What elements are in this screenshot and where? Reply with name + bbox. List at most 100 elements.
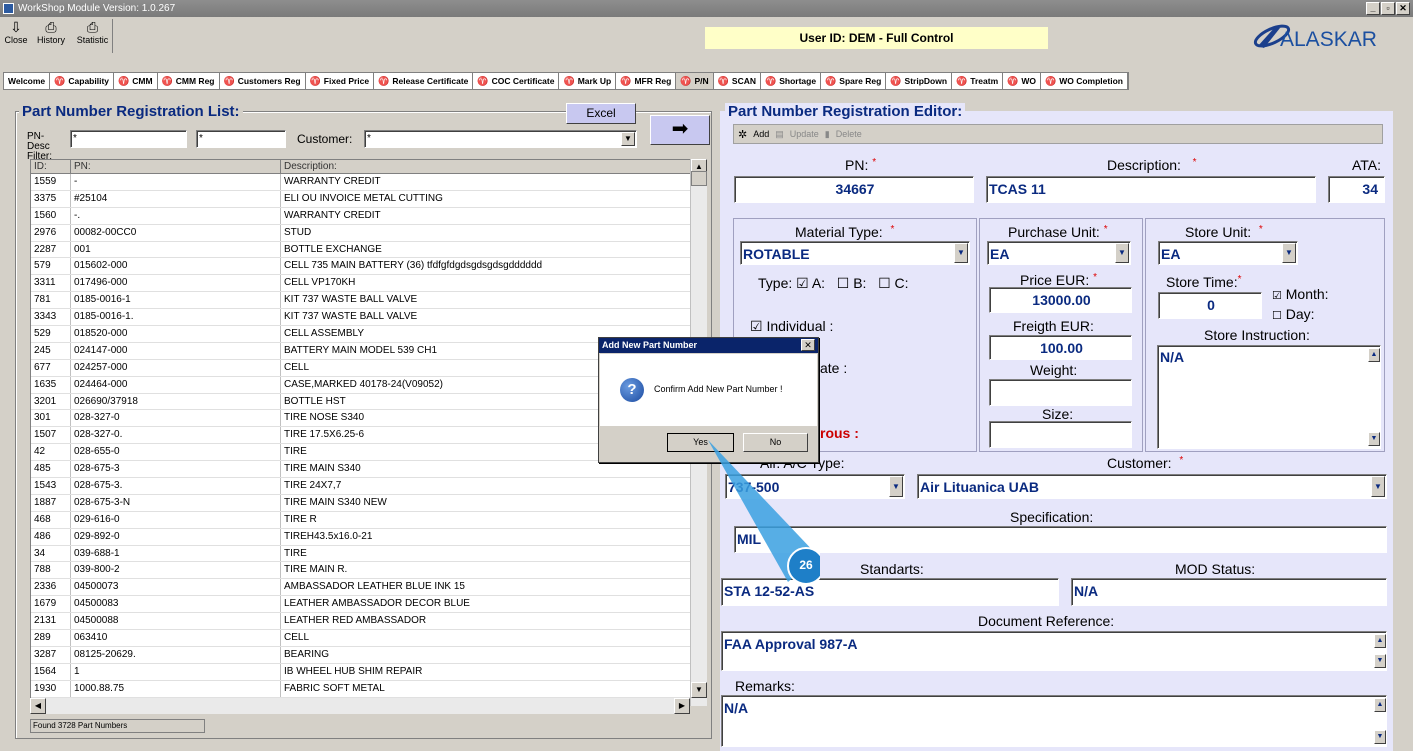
store-time-input[interactable]: 0 [1158, 292, 1262, 319]
scroll-left-icon[interactable]: ◀ [30, 698, 46, 714]
tab-mark-up[interactable]: ♈ Mark Up [559, 73, 617, 89]
table-row[interactable]: 1560 -. WARRANTY CREDIT [31, 207, 706, 225]
table-row[interactable]: 3311 017496-000 CELL VP170KH [31, 275, 706, 293]
type-c-checkbox[interactable]: ☐ [878, 275, 891, 291]
history-button[interactable]: ⎙ History [33, 19, 69, 53]
scroll-down-icon[interactable]: ▼ [1368, 432, 1380, 446]
specification-input[interactable]: MIL [734, 526, 1387, 553]
tab-p-n[interactable]: ♈ P/N [676, 73, 714, 89]
tab-mfr-reg[interactable]: ♈ MFR Reg [616, 73, 677, 89]
table-row[interactable]: 3287 08125-20629. BEARING [31, 646, 706, 664]
table-row[interactable]: 3375 #25104 ELI OU INVOICE METAL CUTTING [31, 190, 706, 208]
table-row[interactable]: 485 028-675-3 TIRE MAIN S340 [31, 461, 706, 479]
chevron-down-icon[interactable]: ▼ [1282, 243, 1296, 263]
excel-button[interactable]: Excel [566, 103, 636, 124]
tab-wo[interactable]: ♈ WO [1003, 73, 1041, 89]
tab-fixed-price[interactable]: ♈ Fixed Price [306, 73, 375, 89]
ata-input[interactable]: 34 [1328, 176, 1385, 203]
scroll-down-icon[interactable]: ▼ [691, 682, 707, 698]
header-id[interactable]: ID: [31, 160, 71, 174]
table-row[interactable]: 486 029-892-0 TIREH43.5x16.0-21 [31, 528, 706, 546]
scroll-down-icon[interactable]: ▼ [1374, 654, 1386, 668]
material-select[interactable]: ROTABLE ▼ [740, 241, 970, 265]
delete-button[interactable]: Delete [836, 129, 862, 139]
tab-shortage[interactable]: ♈ Shortage [761, 73, 822, 89]
table-row[interactable]: 2287 001 BOTTLE EXCHANGE [31, 241, 706, 259]
chevron-down-icon[interactable]: ▼ [954, 243, 968, 263]
table-row[interactable]: 1564 1 IB WHEEL HUB SHIM REPAIR [31, 663, 706, 681]
table-row[interactable]: 579 015602-000 CELL 735 MAIN BATTERY (36) … [31, 258, 706, 276]
tab-cmm[interactable]: ♈ CMM [114, 73, 158, 89]
table-row[interactable]: 34 039-688-1 TIRE [31, 545, 706, 563]
store-instruction-input[interactable]: N/A ▲ ▼ [1157, 345, 1381, 449]
table-row[interactable]: 3343 0185-0016-1. KIT 737 WASTE BALL VALVE [31, 309, 706, 327]
scroll-down-icon[interactable]: ▼ [1374, 730, 1386, 744]
type-a-checkbox[interactable]: ☑ [796, 275, 809, 291]
header-pn[interactable]: PN: [71, 160, 281, 174]
minimize-button[interactable]: _ [1366, 2, 1380, 15]
table-row[interactable]: 2131 04500088 LEATHER RED AMBASSADOR [31, 613, 706, 631]
filter-input-1[interactable]: * [70, 130, 187, 148]
customer-filter-select[interactable]: * ▼ [364, 130, 637, 148]
statistic-button[interactable]: ⎙ Statistic [73, 19, 113, 53]
scroll-up-icon[interactable]: ▲ [1374, 698, 1386, 712]
table-row[interactable]: 2976 00082-00CC0 STUD [31, 224, 706, 242]
store-unit-select[interactable]: EA ▼ [1158, 241, 1298, 265]
table-row[interactable]: 788 039-800-2 TIRE MAIN R. [31, 562, 706, 580]
pn-input[interactable]: 34667 [734, 176, 974, 203]
table-row[interactable]: 1543 028-675-3. TIRE 24X7,7 [31, 478, 706, 495]
tab-stripdown[interactable]: ♈ StripDown [886, 73, 953, 89]
tab-wo-completion[interactable]: ♈ WO Completion [1041, 73, 1128, 89]
close-window-button[interactable]: ✕ [1396, 2, 1410, 15]
chevron-down-icon[interactable]: ▼ [1371, 476, 1385, 497]
document-reference-input[interactable]: FAA Approval 987-A ▲ ▼ [721, 631, 1387, 671]
filter-input-2[interactable]: * [196, 130, 286, 148]
customer-select[interactable]: Air Lituanica UAB ▼ [917, 474, 1387, 499]
type-b-checkbox[interactable]: ☐ [837, 275, 850, 291]
table-row[interactable]: 1559- WARRANTY CREDIT [31, 174, 706, 191]
header-description[interactable]: Description: [281, 160, 691, 174]
day-checkbox[interactable]: ☐ [1272, 310, 1282, 322]
individual-checkbox[interactable]: ☑ [750, 318, 763, 334]
month-checkbox[interactable]: ☑ [1272, 290, 1282, 302]
chevron-down-icon[interactable]: ▼ [889, 476, 903, 497]
tab-scan[interactable]: ♈ SCAN [714, 73, 761, 89]
table-row[interactable]: 289 063410 CELL [31, 630, 706, 647]
price-input[interactable]: 13000.00 [989, 287, 1132, 313]
tab-capability[interactable]: ♈ Capability [50, 73, 115, 89]
horizontal-scrollbar[interactable]: ◀ ▶ [30, 698, 690, 714]
chevron-down-icon[interactable]: ▼ [1115, 243, 1129, 263]
tab-release-certificate[interactable]: ♈ Release Certificate [374, 73, 474, 89]
table-row[interactable]: 1679 04500083 LEATHER AMBASSADOR DECOR BLU… [31, 596, 706, 614]
dialog-close-icon[interactable]: ✕ [801, 339, 815, 351]
table-row[interactable]: 2336 04500073 AMBASSADOR LEATHER BLUE INK … [31, 579, 706, 597]
go-arrow-button[interactable]: ➡ [650, 115, 710, 145]
remarks-input[interactable]: N/A ▲ ▼ [721, 695, 1387, 747]
scroll-right-icon[interactable]: ▶ [674, 698, 690, 714]
table-row[interactable]: 781 0185-0016-1 KIT 737 WASTE BALL VALVE [31, 292, 706, 310]
scroll-thumb[interactable] [691, 171, 707, 186]
cell-id: 2287 [31, 241, 71, 258]
tab-coc-certificate[interactable]: ♈ COC Certificate [473, 73, 560, 89]
update-button[interactable]: Update [790, 129, 819, 139]
weight-input[interactable] [989, 379, 1132, 406]
tab-welcome[interactable]: Welcome [4, 73, 51, 89]
maximize-button[interactable]: ▫ [1381, 2, 1395, 15]
scroll-up-icon[interactable]: ▲ [1374, 634, 1386, 648]
chevron-down-icon[interactable]: ▼ [621, 132, 635, 146]
tab-customers-reg[interactable]: ♈ Customers Reg [220, 73, 306, 89]
description-input[interactable]: TCAS 11 [986, 176, 1316, 203]
table-row[interactable]: 1887 028-675-3-N TIRE MAIN S340 NEW [31, 494, 706, 512]
size-input[interactable] [989, 421, 1132, 448]
purchase-unit-select[interactable]: EA ▼ [987, 241, 1131, 265]
scroll-up-icon[interactable]: ▲ [1368, 348, 1380, 362]
mod-status-input[interactable]: N/A [1071, 578, 1387, 606]
tab-treatm[interactable]: ♈ Treatm [952, 73, 1004, 89]
table-row[interactable]: 468 029-616-0 TIRE R [31, 511, 706, 529]
table-row[interactable]: 1930 1000.88.75 FABRIC SOFT METAL [31, 680, 706, 698]
tab-spare-reg[interactable]: ♈ Spare Reg [821, 73, 887, 89]
freight-input[interactable]: 100.00 [989, 335, 1132, 360]
tab-cmm-reg[interactable]: ♈ CMM Reg [158, 73, 220, 89]
close-button[interactable]: ⇩ Close [4, 19, 28, 53]
add-button[interactable]: Add [753, 129, 769, 139]
